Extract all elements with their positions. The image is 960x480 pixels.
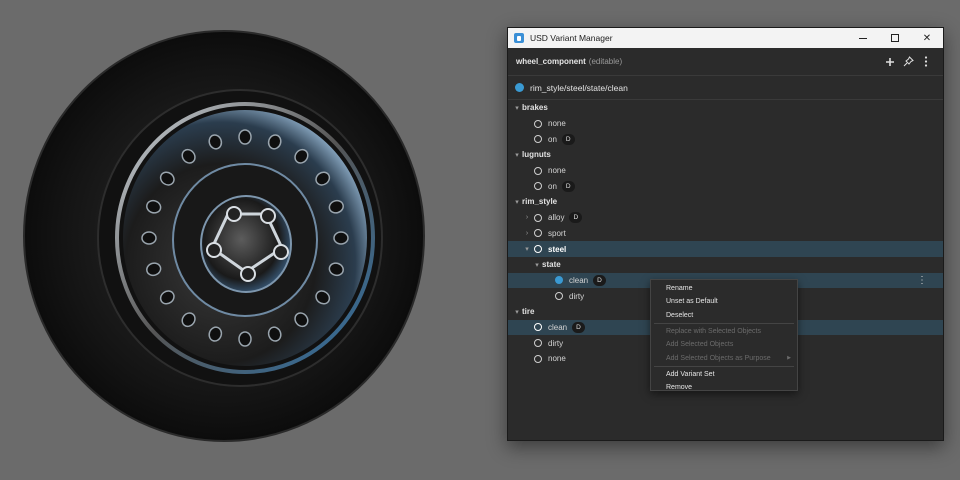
chevron-down-icon[interactable]: ▾ bbox=[532, 261, 542, 269]
menu-item-add-variant-set[interactable]: Add Variant Set bbox=[651, 368, 797, 381]
variant-option-selected[interactable]: ▾ steel bbox=[508, 241, 943, 257]
radio-filled-icon[interactable] bbox=[555, 276, 563, 285]
chevron-down-icon[interactable]: ▾ bbox=[512, 308, 522, 316]
radio-icon[interactable] bbox=[534, 135, 542, 144]
rim-hole bbox=[238, 331, 252, 347]
default-badge: D bbox=[593, 274, 606, 286]
variant-option[interactable]: none bbox=[508, 163, 943, 179]
maximize-icon bbox=[891, 34, 899, 42]
variant-set-label: state bbox=[542, 260, 561, 270]
menu-item-rename[interactable]: Rename bbox=[651, 282, 797, 295]
more-vertical-icon[interactable] bbox=[917, 53, 935, 71]
radio-icon[interactable] bbox=[534, 229, 542, 238]
3d-viewport[interactable] bbox=[0, 0, 500, 480]
default-badge: D bbox=[569, 212, 583, 224]
minimize-button[interactable] bbox=[847, 28, 879, 48]
option-label: on bbox=[548, 134, 557, 144]
option-label: clean bbox=[548, 322, 568, 332]
pin-icon[interactable] bbox=[899, 53, 917, 71]
close-button[interactable]: ✕ bbox=[911, 28, 943, 48]
chevron-right-icon[interactable]: › bbox=[522, 230, 532, 237]
default-badge: D bbox=[561, 133, 575, 145]
option-label: clean bbox=[569, 275, 589, 285]
selected-indicator-icon bbox=[515, 83, 524, 92]
usd-app-icon bbox=[514, 33, 524, 43]
submenu-arrow-icon: ▶ bbox=[787, 355, 791, 362]
window-title: USD Variant Manager bbox=[530, 33, 613, 43]
menu-item-replace-selected[interactable]: Replace with Selected Objects bbox=[651, 325, 797, 338]
rim-hole bbox=[141, 231, 157, 245]
radio-icon[interactable] bbox=[555, 292, 563, 301]
variant-option[interactable]: on D bbox=[508, 131, 943, 147]
chevron-right-icon[interactable]: › bbox=[522, 214, 532, 221]
variant-set-rim-style[interactable]: ▾ rim_style bbox=[508, 194, 943, 210]
option-label: none bbox=[548, 166, 566, 176]
component-header: wheel_component (editable) bbox=[508, 48, 943, 76]
variant-option[interactable]: › alloy D bbox=[508, 210, 943, 226]
radio-icon[interactable] bbox=[534, 339, 542, 348]
plus-icon[interactable] bbox=[881, 53, 899, 71]
radio-icon[interactable] bbox=[534, 354, 542, 363]
minimize-icon bbox=[859, 37, 867, 39]
radio-icon[interactable] bbox=[534, 119, 542, 128]
chevron-down-icon[interactable]: ▾ bbox=[512, 198, 522, 206]
component-tag: (editable) bbox=[588, 57, 623, 66]
radio-icon[interactable] bbox=[534, 166, 542, 175]
selected-variant-path: rim_style/steel/state/clean bbox=[508, 76, 943, 100]
rim-hole bbox=[333, 231, 349, 245]
option-label: alloy bbox=[548, 213, 565, 223]
variant-set-brakes[interactable]: ▾ brakes bbox=[508, 100, 943, 116]
more-vertical-icon[interactable]: ⋮ bbox=[917, 275, 927, 286]
variant-set-label: lugnuts bbox=[522, 150, 551, 160]
variant-set-lugnuts[interactable]: ▾ lugnuts bbox=[508, 147, 943, 163]
chevron-down-icon[interactable]: ▾ bbox=[512, 104, 522, 112]
title-bar[interactable]: USD Variant Manager ✕ bbox=[508, 28, 943, 48]
context-menu: Rename Unset as Default Deselect Replace… bbox=[650, 279, 798, 391]
menu-item-add-selected-purpose[interactable]: Add Selected Objects as Purpose ▶ bbox=[651, 351, 797, 364]
default-badge: D bbox=[572, 321, 585, 333]
option-label: none bbox=[548, 119, 566, 129]
option-label: dirty bbox=[569, 291, 585, 301]
chevron-down-icon[interactable]: ▾ bbox=[512, 151, 522, 159]
menu-item-add-selected[interactable]: Add Selected Objects bbox=[651, 338, 797, 351]
maximize-button[interactable] bbox=[879, 28, 911, 48]
default-badge: D bbox=[561, 180, 575, 192]
radio-icon[interactable] bbox=[534, 182, 542, 191]
variant-set-label: tire bbox=[522, 307, 535, 317]
option-label: sport bbox=[548, 228, 566, 238]
rim-hole bbox=[238, 129, 252, 145]
radio-icon[interactable] bbox=[534, 245, 542, 254]
menu-item-unset-default[interactable]: Unset as Default bbox=[651, 295, 797, 308]
variant-set-state[interactable]: ▾ state bbox=[508, 257, 943, 273]
option-label: on bbox=[548, 181, 557, 191]
menu-item-label: Add Selected Objects as Purpose bbox=[666, 354, 771, 362]
menu-item-deselect[interactable]: Deselect bbox=[651, 309, 797, 322]
variant-option[interactable]: none bbox=[508, 116, 943, 132]
selected-path-text: rim_style/steel/state/clean bbox=[530, 82, 628, 93]
option-label: dirty bbox=[548, 338, 564, 348]
close-icon: ✕ bbox=[922, 32, 932, 44]
radio-icon[interactable] bbox=[534, 323, 542, 332]
wheel-render bbox=[23, 30, 425, 442]
variant-set-label: rim_style bbox=[522, 197, 558, 207]
option-label: none bbox=[548, 354, 566, 364]
radio-icon[interactable] bbox=[534, 213, 542, 222]
variant-option[interactable]: › sport bbox=[508, 226, 943, 242]
variant-option[interactable]: on D bbox=[508, 178, 943, 194]
menu-item-remove[interactable]: Remove bbox=[651, 381, 797, 394]
menu-separator bbox=[654, 365, 794, 367]
option-label: steel bbox=[548, 244, 567, 254]
chevron-down-icon[interactable]: ▾ bbox=[522, 245, 532, 253]
component-name: wheel_component bbox=[516, 57, 586, 66]
variant-set-label: brakes bbox=[522, 103, 548, 113]
menu-separator bbox=[654, 322, 794, 324]
